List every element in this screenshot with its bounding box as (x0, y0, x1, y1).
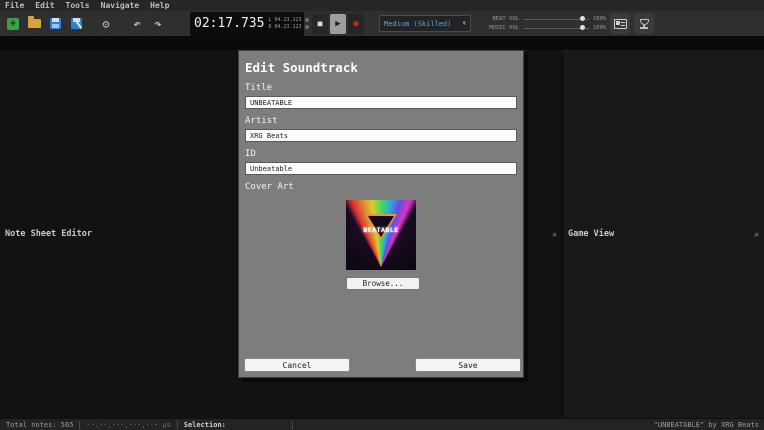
slider-handle[interactable] (580, 16, 585, 21)
indicator-dot (305, 18, 309, 22)
new-file-button[interactable]: + (3, 14, 23, 34)
beat-vol-value: 100% (593, 16, 606, 22)
game-panel-title: Game View (568, 229, 614, 239)
status-bar: Total notes: 565 --:--,---,---,--- µs Se… (0, 418, 764, 430)
artist-field-label: Artist (245, 116, 517, 126)
selection-status: Selection: (178, 419, 232, 430)
dialog-title: Edit Soundtrack (245, 60, 517, 75)
artist-field[interactable] (245, 129, 517, 142)
menu-item-edit[interactable]: Edit (35, 1, 54, 10)
save-as-icon (71, 18, 82, 29)
indicator-dot (305, 25, 309, 29)
id-field[interactable] (245, 162, 517, 175)
difficulty-dropdown[interactable]: Medium (Skilled) ▼ (379, 15, 471, 32)
open-folder-icon (28, 19, 41, 28)
redo-icon: ↷ (154, 17, 161, 31)
time-left-marker: L 04.23.123 (268, 17, 301, 23)
menu-item-navigate[interactable]: Navigate (101, 1, 140, 10)
close-icon[interactable]: ✕ (754, 230, 759, 239)
divider (292, 421, 293, 429)
play-icon: ▶ (335, 19, 340, 29)
stop-button[interactable]: ■ (312, 14, 328, 34)
open-file-button[interactable] (24, 14, 44, 34)
play-button[interactable]: ▶ (330, 14, 346, 34)
music-vol-value: 100% (593, 25, 606, 31)
beat-vol-label: BEAT VOL (479, 16, 519, 22)
music-vol-slider[interactable] (523, 28, 589, 29)
menu-item-tools[interactable]: Tools (66, 1, 90, 10)
cover-art-text: BEATABLE (346, 226, 416, 234)
trophy-icon (640, 19, 649, 29)
undo-button[interactable]: ↶ (127, 14, 147, 34)
record-icon: ● (353, 19, 358, 29)
achievements-button[interactable] (634, 14, 654, 34)
slider-handle[interactable] (580, 25, 585, 30)
transport-controls: ■ ▶ ● (310, 14, 364, 34)
music-vol-label: MUSIC VOL (479, 25, 519, 31)
main-toolbar: + ⚙ ↶ ↷ 02:17.735 L 04.23.123 R 04.23.12… (0, 11, 764, 36)
chevron-down-icon: ▼ (462, 20, 466, 27)
app-window: File Edit Tools Navigate Help + ⚙ ↶ ↷ 02:17.… (0, 0, 764, 430)
total-notes-status: Total notes: 565 (0, 419, 79, 430)
time-right-marker: R 04.23.123 (268, 24, 301, 30)
new-file-icon: + (7, 18, 19, 30)
edit-soundtrack-dialog: Edit Soundtrack Title Artist ID Cover Ar… (238, 50, 524, 378)
save-button[interactable] (45, 14, 65, 34)
menu-item-help[interactable]: Help (150, 1, 169, 10)
save-as-button[interactable] (66, 14, 86, 34)
soundtrack-metadata-button[interactable] (610, 14, 630, 34)
save-button[interactable]: Save (415, 358, 521, 372)
close-icon[interactable]: ✕ (552, 230, 557, 239)
save-icon (50, 18, 61, 29)
volume-sliders: BEAT VOL 100% MUSIC VOL 100% (479, 16, 606, 31)
gear-icon: ⚙ (102, 17, 109, 31)
cover-art-image: BEATABLE (346, 200, 416, 270)
cover-art-label: Cover Art (245, 182, 517, 192)
time-display: 02:17.735 L 04.23.123 R 04.23.123 (190, 12, 304, 36)
game-panel-titlebar: Game View ✕ (563, 50, 764, 418)
settings-button[interactable]: ⚙ (96, 14, 116, 34)
id-field-label: ID (245, 149, 517, 159)
hover-time-status: --:--,---,---,--- µs (80, 419, 176, 430)
stop-icon: ■ (318, 19, 323, 28)
beat-vol-slider[interactable] (523, 19, 589, 20)
soundtrack-status: "UNBEATABLE" by XRG Beats (654, 421, 764, 429)
time-current: 02:17.735 (194, 16, 264, 31)
metadata-card-icon (614, 19, 627, 29)
redo-button[interactable]: ↷ (148, 14, 168, 34)
menu-bar: File Edit Tools Navigate Help (0, 0, 764, 11)
difficulty-value: Medium (Skilled) (384, 20, 451, 28)
undo-icon: ↶ (133, 17, 140, 31)
title-field-label: Title (245, 83, 517, 93)
cancel-button[interactable]: Cancel (244, 358, 350, 372)
editor-panel-title: Note Sheet Editor (5, 229, 92, 239)
browse-button[interactable]: Browse... (346, 277, 420, 290)
record-button[interactable]: ● (348, 14, 364, 34)
title-field[interactable] (245, 96, 517, 109)
menu-item-file[interactable]: File (5, 1, 24, 10)
